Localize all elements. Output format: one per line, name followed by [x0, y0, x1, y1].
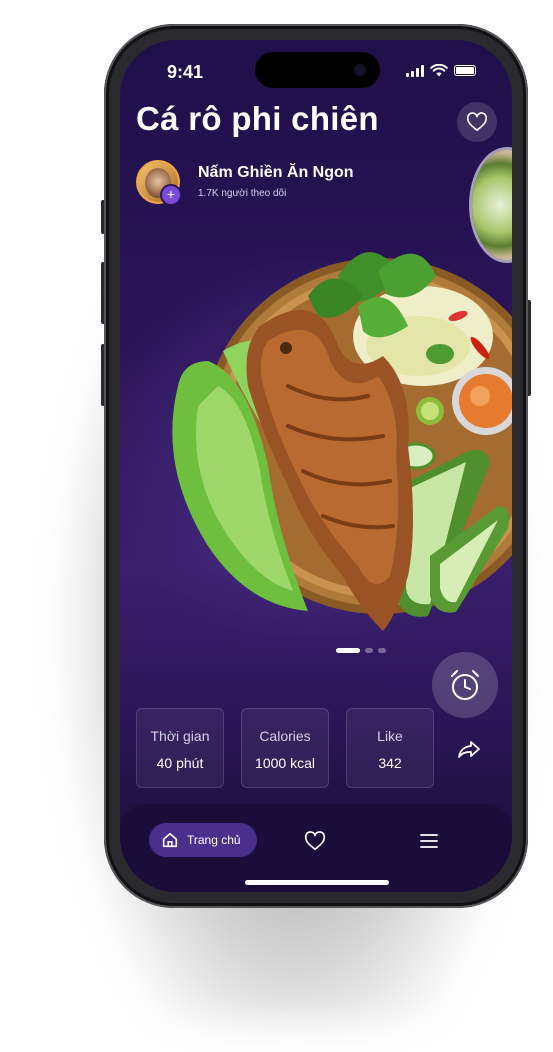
- home-icon: [162, 832, 178, 848]
- carousel-indicator[interactable]: [336, 648, 386, 653]
- share-icon[interactable]: [456, 736, 482, 762]
- stat-time-label: Thời gian: [150, 728, 210, 744]
- dish-image: [172, 252, 512, 631]
- author-followers: 1.7K người theo dõi: [198, 188, 287, 199]
- nav-home-tab[interactable]: Trang chủ: [149, 823, 257, 857]
- stat-like-label: Like: [377, 728, 403, 744]
- bottom-nav: Trang chủ: [120, 804, 512, 892]
- stat-calories-label: Calories: [259, 728, 311, 744]
- stat-like-value: 342: [378, 755, 402, 771]
- alarm-clock-icon: [451, 670, 479, 700]
- stat-time-card: Thời gian 40 phút: [136, 708, 224, 788]
- stat-calories-card: Calories 1000 kcal: [241, 708, 329, 788]
- app-screen: 9:41 Cá rô phi chiên + Nấm Ghiền Ăn Ngon…: [120, 40, 512, 892]
- recipe-title: Cá rô phi chiên: [136, 100, 379, 137]
- author-avatar[interactable]: +: [136, 160, 182, 206]
- cellular-signal-icon: [406, 64, 424, 77]
- nav-home-label: Trang chủ: [187, 833, 241, 847]
- status-icons: [406, 64, 476, 77]
- favorite-button[interactable]: [457, 102, 497, 142]
- carousel-dot-1[interactable]: [336, 648, 360, 653]
- home-indicator[interactable]: [245, 880, 389, 885]
- nav-favorites-heart-icon[interactable]: [304, 830, 326, 852]
- timer-button[interactable]: [432, 652, 498, 718]
- status-time: 9:41: [167, 62, 204, 82]
- dynamic-island: [255, 52, 380, 88]
- battery-icon: [454, 65, 476, 76]
- stat-time-value: 40 phút: [156, 755, 204, 771]
- author-name[interactable]: Nấm Ghiền Ăn Ngon: [198, 164, 354, 182]
- camera-dot: [354, 64, 366, 76]
- heart-icon: [466, 112, 488, 131]
- carousel-dot-3[interactable]: [378, 648, 386, 653]
- carousel-dot-2[interactable]: [365, 648, 373, 653]
- wifi-icon: [430, 64, 448, 77]
- stat-calories-value: 1000 kcal: [255, 755, 315, 771]
- follow-plus-icon[interactable]: +: [160, 184, 182, 206]
- stat-like-card: Like 342: [346, 708, 434, 788]
- hamburger-menu-icon[interactable]: [419, 832, 439, 850]
